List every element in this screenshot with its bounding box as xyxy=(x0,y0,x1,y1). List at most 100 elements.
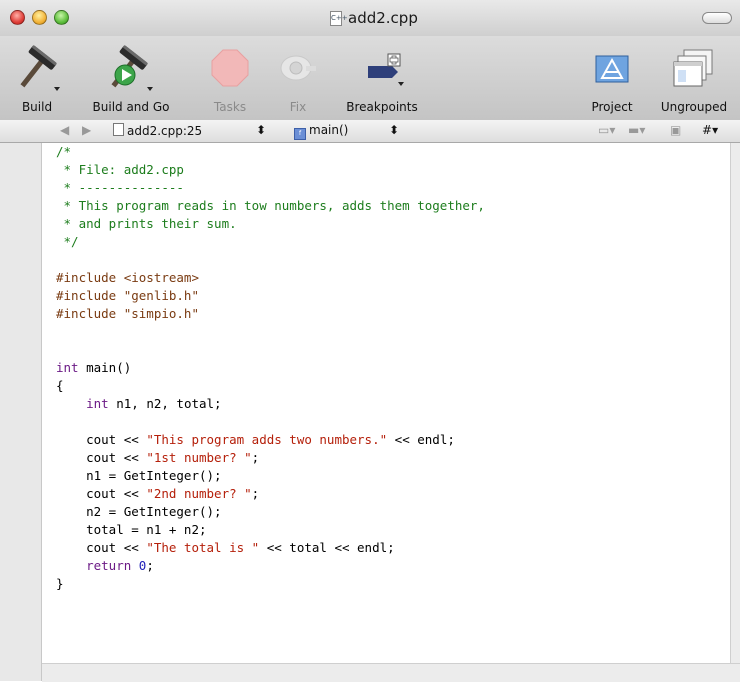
code-line[interactable]: * File: add2.cpp xyxy=(56,161,726,179)
code-line[interactable]: * and prints their sum. xyxy=(56,215,726,233)
breakpoints-menu-icon[interactable]: ▬▾ xyxy=(628,123,645,137)
symbol-menu-icon[interactable]: #▾ xyxy=(702,123,718,137)
back-arrow-icon[interactable]: ◀ xyxy=(60,123,69,137)
code-line[interactable]: #include <iostream> xyxy=(56,269,726,287)
code-token-comment: /* xyxy=(56,144,72,159)
minimize-window-button[interactable] xyxy=(32,10,47,25)
code-token-string: "2nd number? " xyxy=(146,486,252,501)
code-token-string: "1st number? " xyxy=(146,450,252,465)
code-token-plain: << endl; xyxy=(387,432,455,447)
document-icon: C++ xyxy=(330,10,348,26)
code-line[interactable]: * -------------- xyxy=(56,179,726,197)
code-token-pre: #include "simpio.h" xyxy=(56,306,199,321)
project-label: Project xyxy=(591,100,633,114)
code-token-plain: ; xyxy=(251,486,260,501)
function-popup-arrows-icon[interactable]: ⬍ xyxy=(389,123,399,137)
editor-gutter[interactable] xyxy=(0,143,42,681)
fix-button[interactable]: Fix xyxy=(278,40,318,114)
code-line[interactable]: { xyxy=(56,377,726,395)
code-line[interactable] xyxy=(56,251,726,269)
code-line[interactable]: int n1, n2, total; xyxy=(56,395,726,413)
code-line[interactable]: cout << "2nd number? "; xyxy=(56,485,726,503)
file-history-label: add2.cpp:25 xyxy=(127,124,203,138)
code-line[interactable]: * This program reads in tow numbers, add… xyxy=(56,197,726,215)
code-line[interactable]: n1 = GetInteger(); xyxy=(56,467,726,485)
code-token-plain: cout << xyxy=(56,540,147,555)
code-token-comment: */ xyxy=(56,234,79,249)
project-button[interactable]: Project xyxy=(584,40,640,114)
build-and-go-label: Build and Go xyxy=(92,100,170,114)
toolbar: Build Build and Go Tasks Fix Breakpoints… xyxy=(0,36,740,121)
window-title-text: add2.cpp xyxy=(348,9,418,27)
build-label: Build xyxy=(21,100,53,114)
code-line[interactable]: n2 = GetInteger(); xyxy=(56,503,726,521)
project-app-icon xyxy=(584,40,640,96)
code-token-plain: } xyxy=(56,576,64,591)
code-line[interactable]: cout << "This program adds two numbers."… xyxy=(56,431,726,449)
breakpoints-button[interactable]: Breakpoints xyxy=(336,40,428,114)
code-token-plain: ; xyxy=(146,558,154,573)
horizontal-scrollbar[interactable] xyxy=(42,663,740,682)
vertical-scrollbar[interactable] xyxy=(730,143,740,663)
code-line[interactable]: total = n1 + n2; xyxy=(56,521,726,539)
code-token-plain: n2 = GetInteger(); xyxy=(56,504,222,519)
code-line[interactable]: cout << "1st number? "; xyxy=(56,449,726,467)
code-line[interactable]: /* xyxy=(56,143,726,161)
code-token-plain: { xyxy=(56,378,64,393)
ungrouped-label: Ungrouped xyxy=(660,100,728,114)
bookmarks-icon[interactable]: ▭▾ xyxy=(598,123,615,137)
code-line[interactable]: #include "simpio.h" xyxy=(56,305,726,323)
code-line[interactable] xyxy=(56,341,726,359)
counterpart-icon[interactable]: ▣ xyxy=(670,123,681,137)
build-and-go-icon xyxy=(92,40,170,96)
function-icon: f xyxy=(294,128,306,140)
breakpoints-label: Breakpoints xyxy=(346,100,418,114)
code-line[interactable]: #include "genlib.h" xyxy=(56,287,726,305)
code-editor[interactable]: /* * File: add2.cpp * -------------- * T… xyxy=(56,143,726,593)
code-token-pre: #include <iostream> xyxy=(56,270,199,285)
file-icon xyxy=(113,123,124,136)
code-token-keyword: int xyxy=(86,396,109,411)
close-window-button[interactable] xyxy=(10,10,25,25)
ungrouped-windows-icon xyxy=(652,40,736,96)
code-token-plain: cout << xyxy=(56,486,147,501)
code-token-keyword: int xyxy=(56,360,79,375)
title-bar: C++ add2.cpp xyxy=(0,0,740,37)
code-line[interactable] xyxy=(56,323,726,341)
window-title: C++ add2.cpp xyxy=(330,9,418,27)
code-token-comment: * -------------- xyxy=(56,180,184,195)
editor-navigation-bar: ◀ ▶ add2.cpp:25 ⬍ f main() ⬍ ▭▾ ▬▾ ▣ #▾ xyxy=(0,120,740,143)
code-token-string: "This program adds two numbers." xyxy=(146,432,388,447)
code-line[interactable]: */ xyxy=(56,233,726,251)
breakpoint-icon xyxy=(336,40,428,96)
code-token-string: "The total is " xyxy=(146,540,260,555)
code-token-plain: n1, n2, total; xyxy=(108,396,222,411)
code-token-plain: ; xyxy=(251,450,260,465)
file-history-popup[interactable]: add2.cpp:25 xyxy=(113,123,202,138)
code-token-pre: #include "genlib.h" xyxy=(56,288,199,303)
fix-bandage-icon xyxy=(278,40,318,96)
build-and-go-button[interactable]: Build and Go xyxy=(92,40,170,114)
toolbar-toggle-button[interactable] xyxy=(702,12,732,24)
code-token-plain: cout << xyxy=(56,432,147,447)
code-line[interactable]: } xyxy=(56,575,726,593)
code-line[interactable] xyxy=(56,413,726,431)
code-token-comment: * This program reads in tow numbers, add… xyxy=(56,198,485,213)
code-token-plain: total = n1 + n2; xyxy=(56,522,207,537)
code-line[interactable]: return 0; xyxy=(56,557,726,575)
code-token-plain: n1 = GetInteger(); xyxy=(56,468,222,483)
function-popup[interactable]: f main() xyxy=(294,123,348,140)
code-token-keyword: return xyxy=(86,558,132,573)
build-button[interactable]: Build xyxy=(12,40,62,114)
forward-arrow-icon[interactable]: ▶ xyxy=(82,123,91,137)
code-line[interactable]: int main() xyxy=(56,359,726,377)
code-token-plain: cout << xyxy=(56,450,147,465)
tasks-button[interactable]: Tasks xyxy=(206,40,254,114)
code-line[interactable]: cout << "The total is " << total << endl… xyxy=(56,539,726,557)
file-popup-arrows-icon[interactable]: ⬍ xyxy=(256,123,266,137)
zoom-window-button[interactable] xyxy=(54,10,69,25)
ungrouped-button[interactable]: Ungrouped xyxy=(652,40,736,114)
